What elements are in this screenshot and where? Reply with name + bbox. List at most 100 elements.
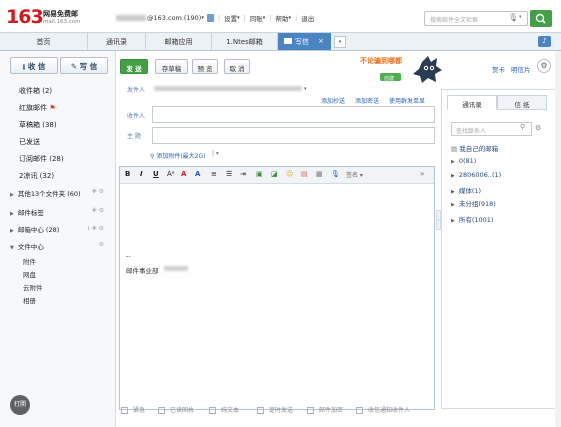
gear-icon[interactable]: ⚙ <box>537 59 551 73</box>
align-icon[interactable]: ≡ <box>211 170 217 178</box>
gear-icon[interactable]: ✚ ⚙ <box>92 188 104 195</box>
vip-icon[interactable] <box>206 14 214 22</box>
checkbox-scheduled[interactable]: 定时发送 <box>257 405 293 414</box>
tab-home[interactable]: 首页 <box>0 33 88 50</box>
scrollbar[interactable] <box>555 51 561 427</box>
folder-center[interactable]: ▶ 邮箱中心 (28) ⭳ ✚ ⚙ <box>10 224 110 234</box>
avatar[interactable]: 打開 <box>10 395 30 415</box>
tab-stationery[interactable]: 信 纸 <box>497 95 547 110</box>
checkbox-encrypt[interactable]: 邮件加密 <box>307 405 343 414</box>
tab-apps[interactable]: 邮箱应用 <box>146 33 212 50</box>
mail-count[interactable]: (190) <box>184 14 201 22</box>
sidebar-item-flagged[interactable]: 红旗邮件 ⚑ <box>19 103 56 113</box>
checkbox[interactable] <box>158 407 165 414</box>
contact-group-2806006[interactable]: ▶ 2806006..(1) <box>451 171 501 179</box>
postcard-link[interactable]: 明信片 <box>511 64 531 74</box>
gear-icon[interactable]: ⚙ <box>99 241 104 248</box>
font-color-icon[interactable]: A <box>181 170 186 178</box>
checkbox-receipt[interactable]: 已读回执 <box>158 405 194 414</box>
blurred-username <box>116 15 146 21</box>
subject-field[interactable] <box>152 127 435 144</box>
sidebar-item-sent[interactable]: 已发送 <box>19 137 40 147</box>
settings-icon[interactable]: ⚙ <box>535 124 541 132</box>
gear-icon[interactable]: ✚ ⚙ <box>92 207 104 214</box>
chevron-down-icon[interactable]: ▾ <box>519 14 522 20</box>
attach-dropdown[interactable]: | ▾ <box>212 150 219 157</box>
compose-label: 写 信 <box>79 62 98 71</box>
mic-icon[interactable]: 🎙 <box>508 13 518 22</box>
emoji-icon[interactable]: ☺ <box>286 170 293 178</box>
sidebar-item-drafts[interactable]: 草稿箱 (38) <box>19 120 57 130</box>
checkbox[interactable] <box>307 407 314 414</box>
gear-icon[interactable]: ⭳ ✚ ⚙ <box>88 224 104 234</box>
checkbox[interactable] <box>257 407 264 414</box>
link-logout[interactable]: 退出 <box>301 13 314 23</box>
sidebar-item-news[interactable]: 2凉讯 (32) <box>19 171 54 181</box>
more-format-dropdown[interactable]: 签名 ▾ <box>346 170 363 179</box>
link-sync[interactable]: 同账 <box>250 13 263 23</box>
underline-icon[interactable]: U <box>153 170 159 178</box>
account-email[interactable]: @163.com <box>147 14 182 22</box>
tab-address-book[interactable]: 通讯录 <box>447 95 497 110</box>
screenshot-icon[interactable]: ◪ <box>271 170 278 178</box>
contact-group-self[interactable]: ▤ 我自己的邮箱 <box>451 143 498 153</box>
contact-group-0[interactable]: ▶ 0(81) <box>451 157 476 165</box>
voice-icon[interactable]: 🎙 <box>331 170 340 178</box>
collapse-toolbar-icon[interactable]: » <box>420 170 424 178</box>
folder-files[interactable]: ▼ 文件中心 ⚙ <box>10 241 110 251</box>
group-send-link[interactable]: 使用群发单显 <box>389 96 425 105</box>
greeting-card-link[interactable]: 贺卡 <box>492 64 505 74</box>
logo-163[interactable]: 163 <box>6 6 44 28</box>
from-dropdown[interactable]: ▾ <box>304 86 307 92</box>
encrypt-label: 邮件加密 <box>319 407 344 414</box>
sidebar-item-subscriptions[interactable]: 订阅邮件 (28) <box>19 154 64 164</box>
send-button[interactable]: 发 送 <box>120 59 148 74</box>
font-size-icon[interactable]: Aᵃ <box>167 170 175 178</box>
bg-color-icon[interactable]: A <box>195 170 200 178</box>
tab-more-button[interactable]: ▾ <box>334 36 346 48</box>
checkbox[interactable] <box>356 407 363 414</box>
italic-icon[interactable]: I <box>140 170 143 178</box>
checkbox-urgent[interactable]: 紧急 <box>121 405 145 414</box>
add-attachment-link[interactable]: ⚲ 添加附件(最大2G) <box>150 151 205 160</box>
promo-banner[interactable]: 不论骗到哪都 创建 <box>358 52 446 86</box>
recipient-field[interactable] <box>152 106 435 123</box>
editor[interactable] <box>119 166 435 410</box>
tab-ntes-mail[interactable]: 1.Ntes邮箱 <box>212 33 278 50</box>
save-draft-button[interactable]: 存草稿 <box>155 59 188 74</box>
sidebar-item-inbox[interactable]: 收件箱 (2) <box>19 86 52 96</box>
checkbox-plaintext[interactable]: 纯文本 <box>209 405 239 414</box>
contact-group-ungrouped[interactable]: ▶ 未分组(918) <box>451 198 496 208</box>
add-bcc-link[interactable]: 添加密送 <box>355 96 379 105</box>
checkbox[interactable] <box>121 407 128 414</box>
list-icon[interactable]: ☰ <box>226 170 232 178</box>
search-button[interactable] <box>530 10 552 27</box>
music-icon[interactable]: ♪ <box>538 36 551 47</box>
bold-icon[interactable]: B <box>125 170 130 178</box>
contact-group-all[interactable]: ▶ 所有(1001) <box>451 214 493 224</box>
checkbox-notify[interactable]: 收信通知收件人 <box>356 405 410 414</box>
folder-other[interactable]: ▶ 其他13个文件夹 (60) ✚ ⚙ <box>10 188 110 198</box>
cancel-button[interactable]: 取 消 <box>224 59 250 74</box>
link-settings[interactable]: 设置 <box>224 13 237 23</box>
checkbox[interactable] <box>209 407 216 414</box>
link-help[interactable]: 帮助 <box>276 13 289 23</box>
stationery-icon[interactable]: ▦ <box>316 170 323 178</box>
compose-button[interactable]: ✎ 写 信 <box>60 57 108 74</box>
close-icon[interactable]: × <box>318 37 324 45</box>
flagged-label: 红旗邮件 <box>19 104 47 112</box>
sub-album[interactable]: 相册 <box>23 295 36 305</box>
indent-icon[interactable]: ⇥ <box>240 170 246 178</box>
image-icon[interactable]: ▣ <box>256 170 263 178</box>
search-icon[interactable]: ⚲ <box>520 123 525 131</box>
folder-labels[interactable]: ▶ 邮件标签 ✚ ⚙ <box>10 207 110 217</box>
sub-cloud[interactable]: 云附件 <box>23 282 43 292</box>
add-cc-link[interactable]: 添加抄送 <box>321 96 345 105</box>
sub-disk[interactable]: 网盘 <box>23 269 36 279</box>
tab-contacts[interactable]: 通讯录 <box>88 33 146 50</box>
preview-button[interactable]: 预 览 <box>192 59 218 74</box>
sub-attachments[interactable]: 附件 <box>23 256 36 266</box>
receive-button[interactable]: ⭳ 收 信 <box>10 57 58 74</box>
contact-group-media[interactable]: ▶ 媒体(1) <box>451 185 481 195</box>
table-icon[interactable]: ▤ <box>301 170 308 178</box>
